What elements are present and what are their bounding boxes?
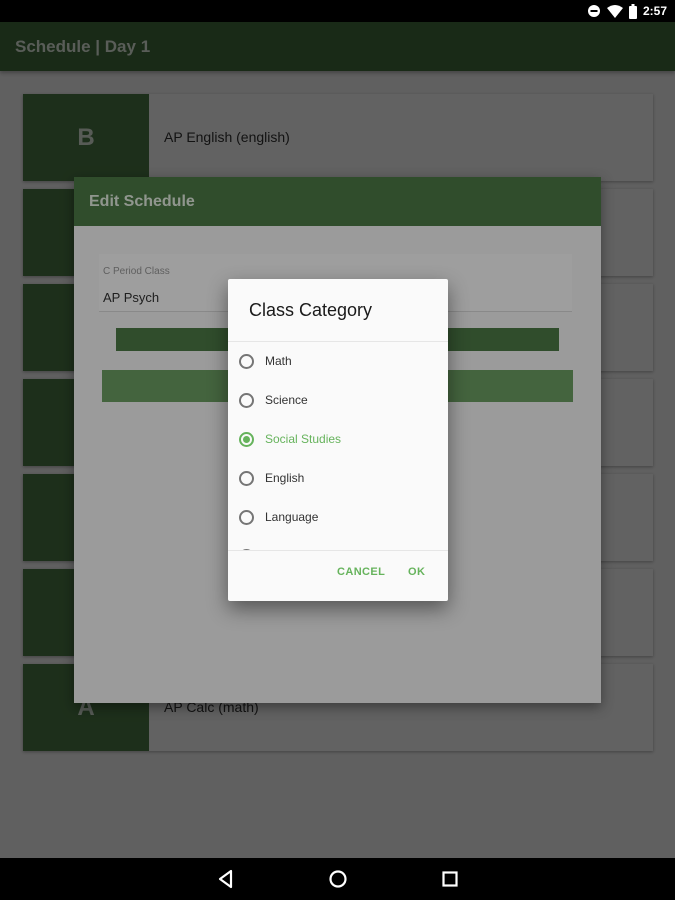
category-option-social-studies[interactable]: Social Studies [228,420,448,459]
category-option-language[interactable]: Language [228,498,448,537]
category-option-science[interactable]: Science [228,381,448,420]
category-option-math[interactable]: Math [228,342,448,381]
radio-button[interactable] [239,393,254,408]
navigation-bar [0,858,675,900]
status-icons: 2:57 [587,3,667,19]
cancel-button[interactable]: CANCEL [337,566,385,578]
radio-button[interactable] [239,471,254,486]
wifi-icon [606,4,623,18]
option-label: Social Studies [265,432,342,446]
status-time: 2:57 [642,4,667,18]
category-list[interactable]: Math Science Social Studies English Lang… [228,341,448,551]
back-icon[interactable] [215,868,237,890]
option-label: Language [265,510,319,524]
radio-button[interactable] [239,510,254,525]
recents-icon[interactable] [439,868,461,890]
radio-button-selected[interactable] [239,432,254,447]
option-label: English [265,471,305,485]
home-icon[interactable] [327,868,349,890]
category-option-partial[interactable] [228,537,448,550]
status-bar: 2:57 [0,0,675,22]
category-dialog-title: Class Category [249,300,373,320]
battery-icon [628,3,637,19]
category-dialog-actions: CANCEL OK [228,551,448,601]
radio-button[interactable] [239,354,254,369]
ok-button[interactable]: OK [408,566,425,578]
minus-circle-icon [587,5,600,17]
category-option-english[interactable]: English [228,459,448,498]
class-category-dialog: Class Category Math Science Social Studi… [228,279,448,601]
option-label: Math [265,354,292,368]
option-label: Science [265,393,308,407]
